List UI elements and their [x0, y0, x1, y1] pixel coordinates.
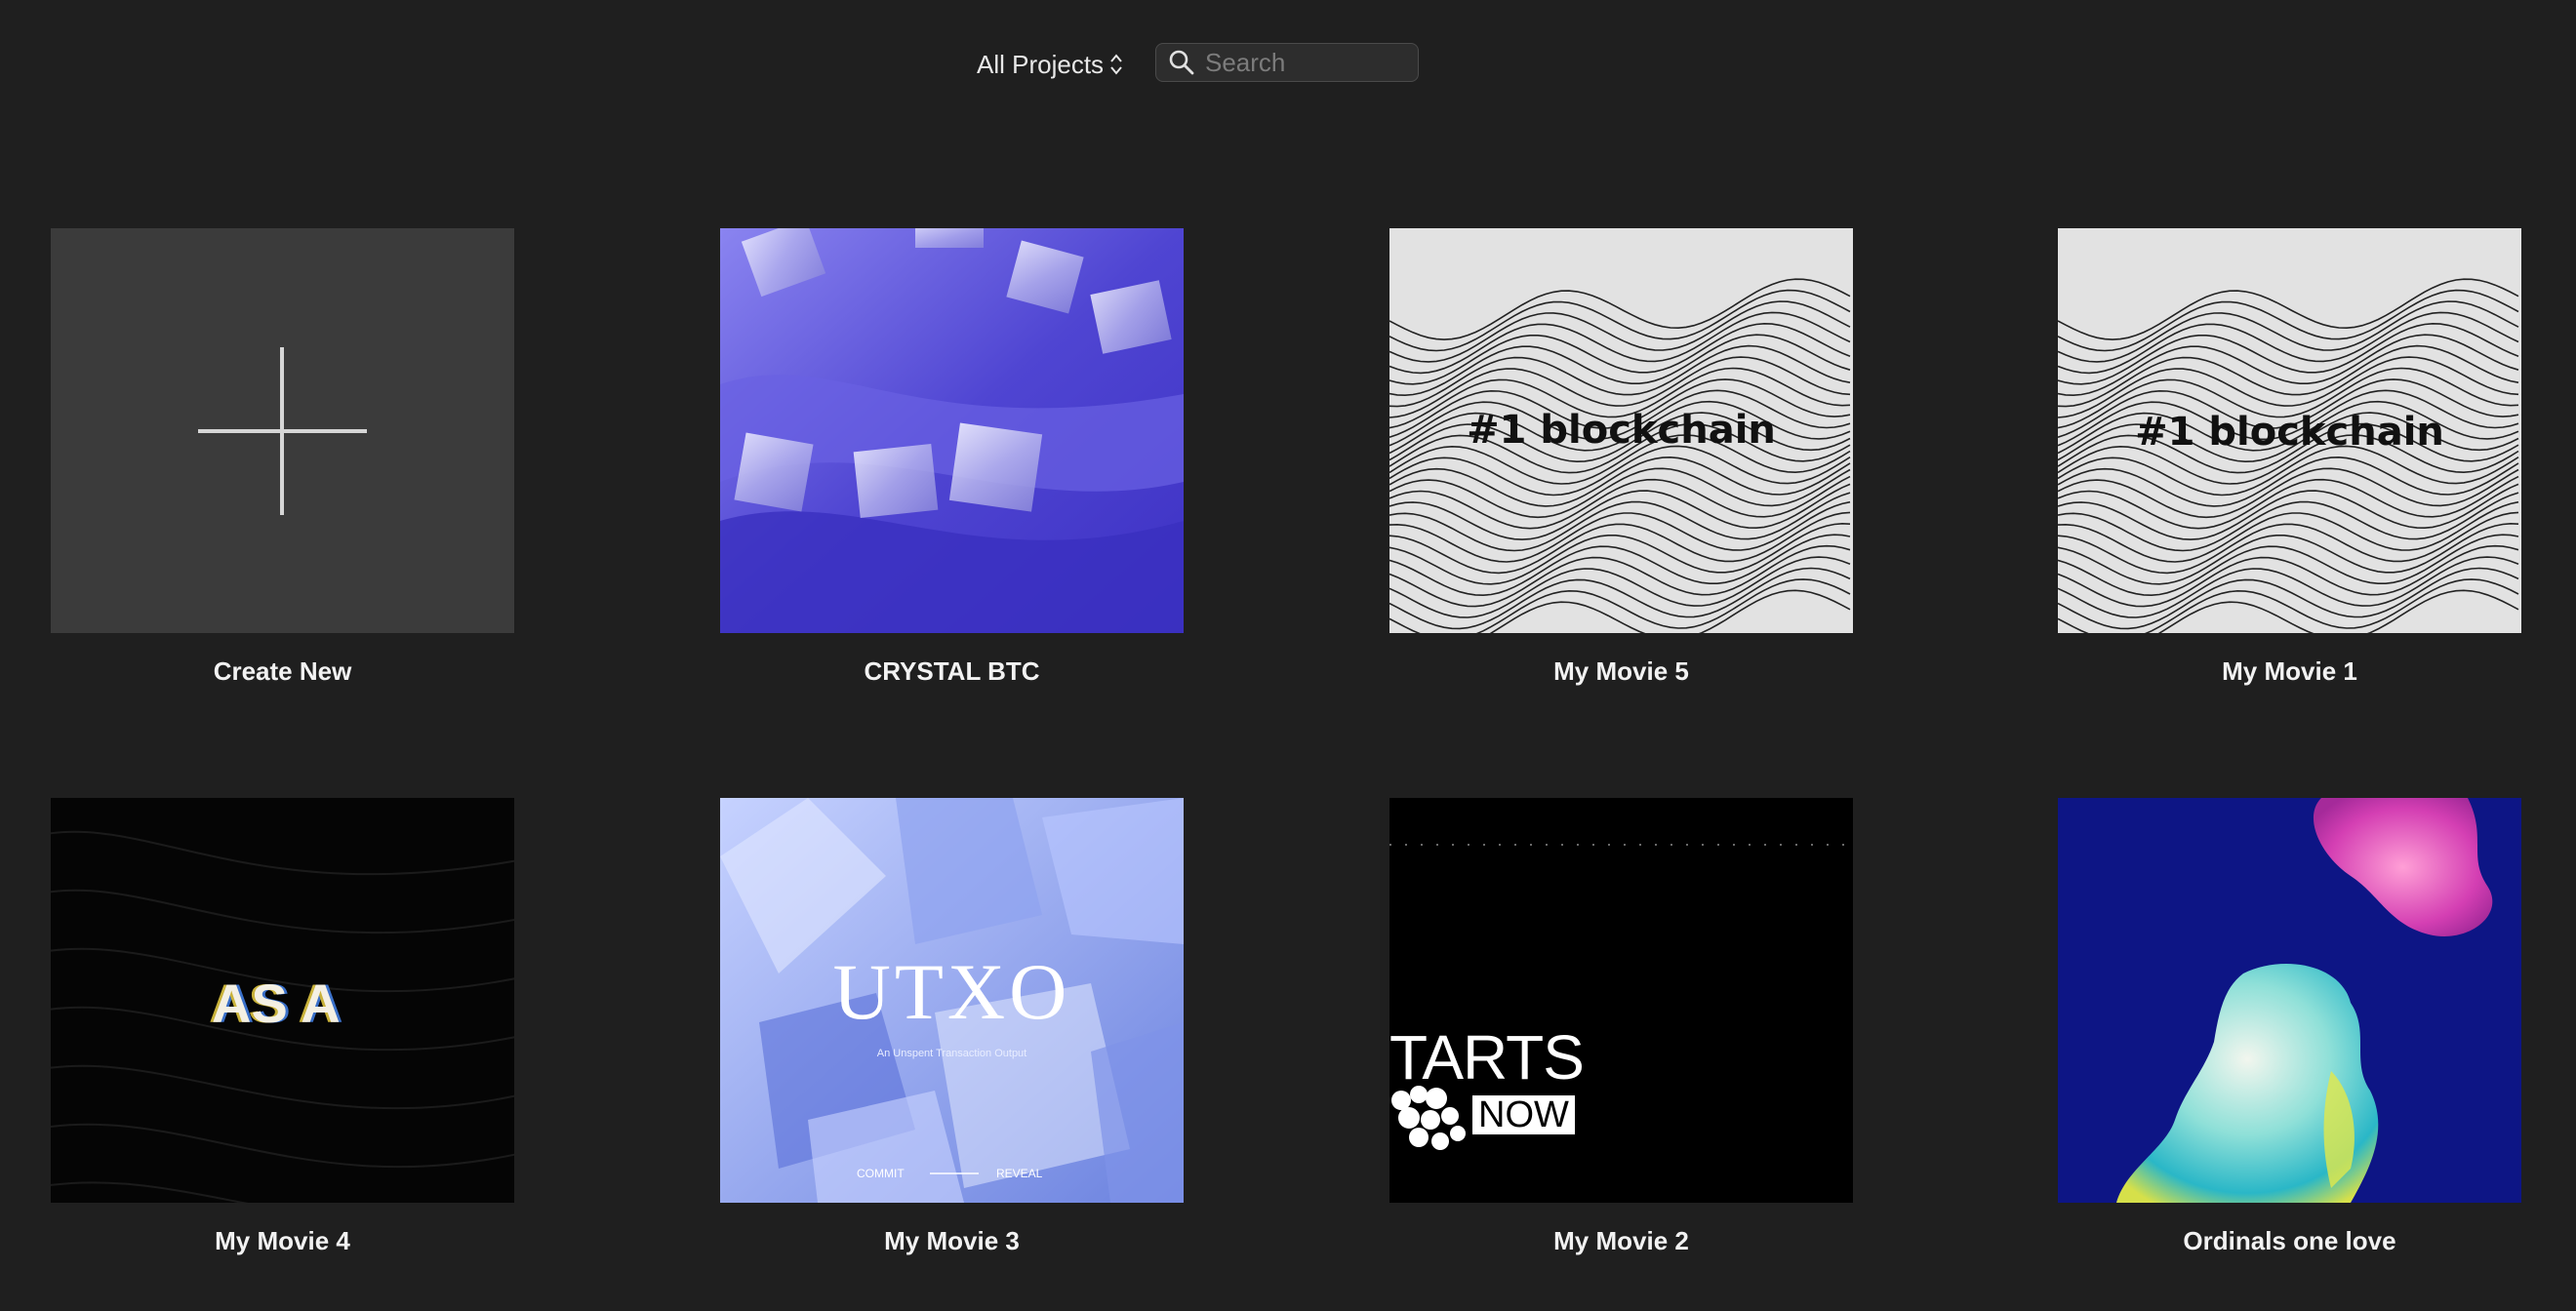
search-input[interactable] [1205, 47, 1400, 78]
search-field[interactable] [1155, 43, 1419, 82]
project-tile-my-movie-1[interactable]: #1 blockchain My Movie 1 [2058, 228, 2521, 687]
dotted-line-image [1389, 844, 1853, 1150]
project-thumbnail[interactable] [2058, 798, 2521, 1203]
project-thumbnail[interactable] [720, 228, 1184, 633]
project-tile-my-movie-3[interactable]: UTXO An Unspent Transaction Output COMMI… [720, 798, 1184, 1256]
utxo-subtitle-text: An Unspent Transaction Output [876, 1048, 1027, 1059]
project-title: CRYSTAL BTC [864, 656, 1040, 686]
project-title: My Movie 3 [884, 1226, 1020, 1255]
reveal-caption: REVEAL [996, 1167, 1043, 1180]
crystal-cubes-image [720, 228, 1184, 633]
project-thumbnail[interactable]: #1 blockchain [2058, 228, 2521, 633]
project-tile-crystal-btc[interactable]: CRYSTAL BTC [720, 228, 1184, 687]
chevron-updown-icon [1110, 54, 1122, 75]
now-badge: NOW [1470, 1093, 1577, 1136]
project-thumbnail[interactable]: #1 blockchain [1389, 228, 1853, 633]
project-title: My Movie 4 [215, 1226, 350, 1255]
project-filter-label: All Projects [977, 49, 1105, 79]
project-thumbnail[interactable]: UTXO An Unspent Transaction Output COMMI… [720, 798, 1184, 1203]
blockchain-overlay-text: #1 blockchain [2135, 410, 2444, 455]
project-tile-my-movie-2[interactable]: TARTS NOW My Movie 2 [1389, 798, 1853, 1256]
project-tile-create-new[interactable]: Create New [51, 228, 514, 687]
movie2-overlay-text: TARTS [1389, 1022, 1585, 1092]
search-icon [1169, 50, 1194, 75]
movie4-overlay-text: AS A [212, 973, 341, 1034]
project-title: My Movie 1 [2222, 656, 2357, 686]
project-title: Ordinals one love [2183, 1226, 2396, 1255]
utxo-overlay-text: UTXO [832, 947, 1071, 1036]
project-tile-ordinals-one-love[interactable]: Ordinals one love [2058, 798, 2521, 1256]
toolbar: All Projects [0, 43, 2576, 86]
project-filter-select[interactable]: All Projects [977, 43, 1123, 86]
project-tile-my-movie-4[interactable]: AS A My Movie 4 [51, 798, 514, 1256]
ink-smoke-image [2116, 798, 2493, 1203]
project-thumbnail[interactable]: TARTS NOW [1389, 798, 1853, 1203]
project-title: My Movie 2 [1553, 1226, 1689, 1255]
blockchain-overlay-text: #1 blockchain [1467, 408, 1776, 453]
project-tile-my-movie-5[interactable]: #1 blockchain My Movie 5 [1389, 228, 1853, 687]
create-new-thumbnail[interactable] [51, 228, 514, 633]
project-title: Create New [213, 656, 352, 686]
project-thumbnail[interactable]: AS A [51, 798, 514, 1203]
plus-icon [198, 347, 367, 515]
project-title: My Movie 5 [1553, 656, 1689, 686]
commit-caption: COMMIT [857, 1167, 905, 1180]
